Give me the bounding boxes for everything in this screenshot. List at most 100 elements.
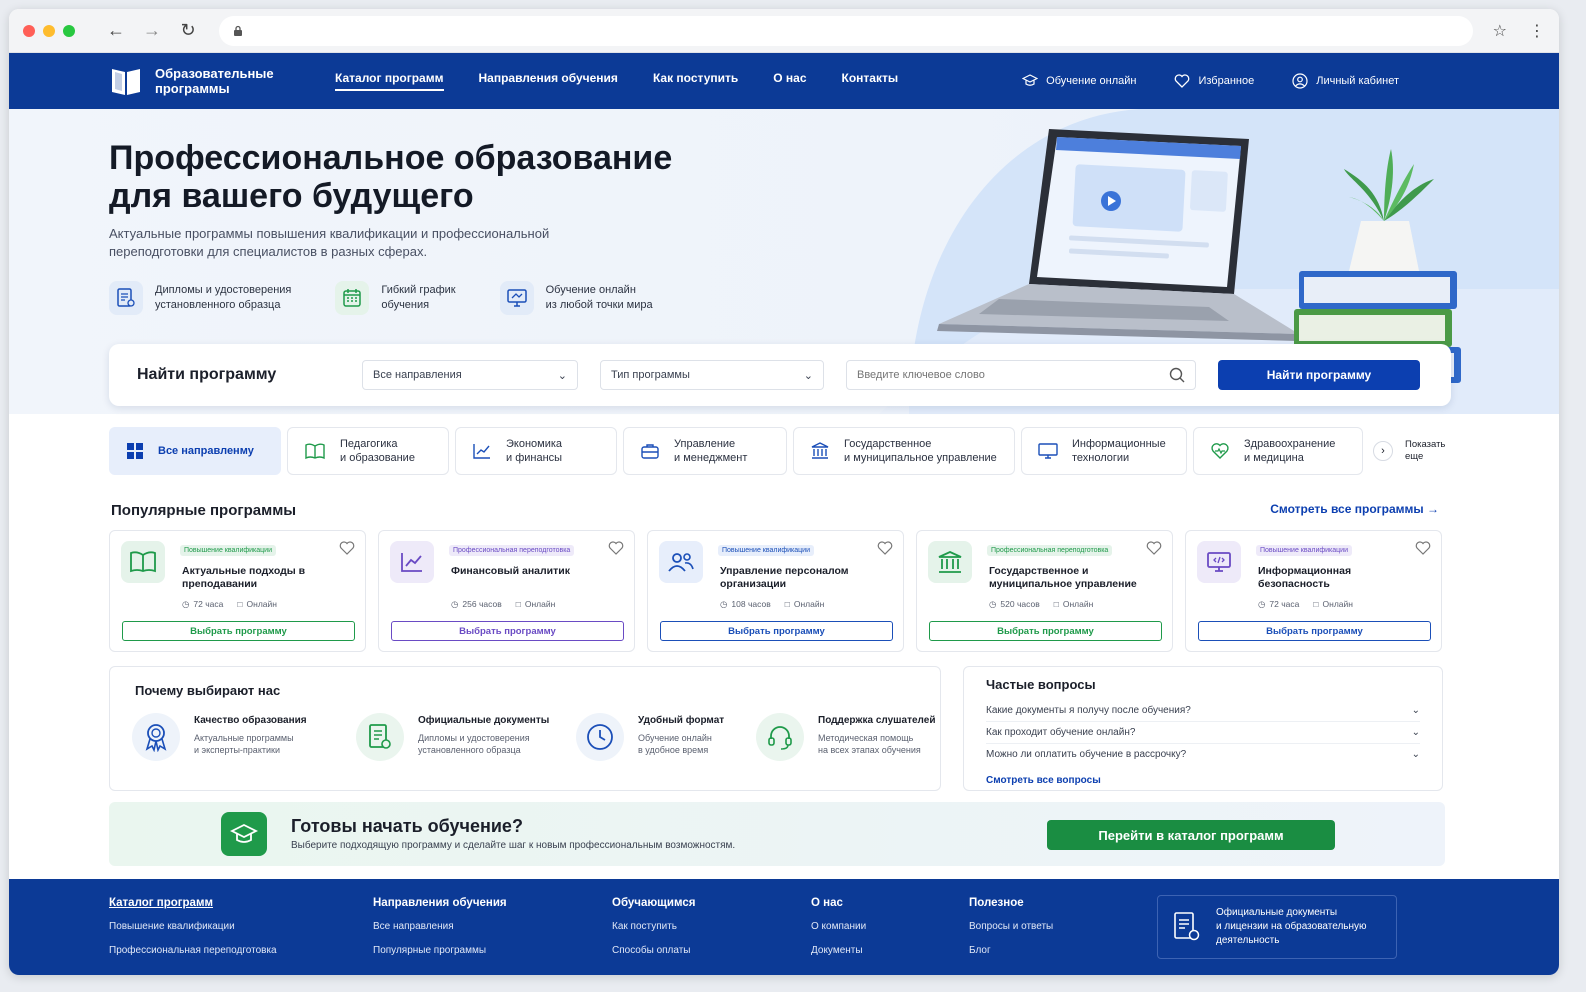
why-item-format: Удобный формат Обучение онлайн в удобное в…	[576, 713, 732, 761]
account-link[interactable]: Личный кабинет	[1292, 73, 1399, 89]
category-government[interactable]: Государственное и муниципальное управлени…	[793, 427, 1015, 475]
direction-select[interactable]: Все направления ⌄	[362, 360, 578, 390]
chat-icon: □	[784, 599, 790, 609]
footer-heading[interactable]: Полезное	[969, 897, 1053, 909]
cta-title: Готовы начать обучение?	[291, 816, 523, 836]
favorites-link[interactable]: Избранное	[1174, 74, 1254, 88]
official-documents-link[interactable]: Официальные документы и лицензии на образ…	[1157, 895, 1397, 959]
grid-icon	[127, 443, 143, 459]
forward-icon[interactable]: →	[141, 20, 163, 42]
faq-item[interactable]: Как проходит обучение онлайн? ⌄	[986, 722, 1420, 744]
address-bar[interactable]	[219, 15, 1473, 46]
nav-contacts[interactable]: Контакты	[842, 71, 899, 91]
program-hours: 72 часа	[1269, 599, 1300, 609]
select-program-button[interactable]: Выбрать программу	[929, 621, 1162, 641]
category-it[interactable]: Информационные технологии	[1021, 427, 1187, 475]
program-format: Онлайн	[524, 599, 556, 609]
minimize-window-button[interactable]	[43, 24, 55, 37]
nav-about[interactable]: О нас	[773, 71, 806, 91]
favorite-heart-icon[interactable]	[608, 541, 624, 555]
category-pedagogy[interactable]: Педагогика и образование	[287, 427, 449, 475]
find-program-button[interactable]: Найти программу	[1218, 360, 1420, 390]
online-learning-link[interactable]: Обучение онлайн	[1022, 74, 1136, 88]
category-economics[interactable]: Экономика и финансы	[455, 427, 617, 475]
favorite-heart-icon[interactable]	[1415, 541, 1431, 555]
reload-icon[interactable]: ↻	[177, 20, 199, 42]
footer-heading[interactable]: Каталог программ	[109, 897, 277, 909]
footer-link[interactable]: Профессиональная переподготовка	[109, 945, 277, 956]
program-card[interactable]: Профессиональная переподготовка Финансов…	[378, 530, 635, 652]
hero-subtitle: Актуальные программы повышения квалифика…	[109, 226, 550, 259]
footer-link[interactable]: Повышение квалификации	[109, 921, 277, 932]
award-icon	[132, 713, 180, 761]
program-badge: Повышение квалификации	[1256, 545, 1352, 556]
back-icon[interactable]: ←	[105, 20, 127, 42]
program-hours: 108 часов	[731, 599, 771, 609]
see-all-questions-link[interactable]: Смотреть все вопросы	[986, 775, 1420, 786]
category-all[interactable]: Все направленму	[109, 427, 281, 475]
footer-col-students: Обучающимся Как поступить Способы оплаты	[612, 897, 695, 969]
footer-col-about: О нас О компании Документы	[811, 897, 866, 969]
nav-catalog[interactable]: Каталог программ	[335, 71, 444, 91]
bookmark-star-icon[interactable]: ☆	[1493, 21, 1507, 41]
footer-heading[interactable]: О нас	[811, 897, 866, 909]
show-more-categories[interactable]: › Показать еще	[1369, 427, 1445, 475]
program-title: Актуальные подходы в преподавании	[182, 565, 306, 590]
footer-link[interactable]: О компании	[811, 921, 866, 932]
logo-text-line2: программы	[155, 81, 230, 96]
users-icon	[659, 541, 703, 583]
footer-link[interactable]: Блог	[969, 945, 1053, 956]
footer-link[interactable]: Как поступить	[612, 921, 695, 932]
footer-heading[interactable]: Обучающимся	[612, 897, 695, 909]
footer-link[interactable]: Все направления	[373, 921, 507, 932]
select-program-button[interactable]: Выбрать программу	[1198, 621, 1431, 641]
program-hours: 256 часов	[462, 599, 502, 609]
footer-link[interactable]: Способы оплаты	[612, 945, 695, 956]
search-icon[interactable]	[1169, 367, 1185, 383]
footer-link[interactable]: Вопросы и ответы	[969, 921, 1053, 932]
program-search-panel: Найти программу Все направления ⌄ Тип пр…	[109, 344, 1451, 406]
site-logo[interactable]: Образовательные программы	[109, 64, 335, 98]
program-title: Финансовый аналитик	[451, 565, 570, 577]
go-to-catalog-button[interactable]: Перейти в каталог программ	[1047, 820, 1335, 850]
favorite-heart-icon[interactable]	[877, 541, 893, 555]
government-building-icon	[811, 442, 829, 459]
maximize-window-button[interactable]	[63, 24, 75, 37]
clock-icon: ◷	[182, 599, 190, 609]
keyword-search-input[interactable]	[857, 369, 1157, 381]
program-type-select[interactable]: Тип программы ⌄	[600, 360, 824, 390]
favorite-heart-icon[interactable]	[1146, 541, 1162, 555]
feature-diplomas: Дипломы и удостоверения установленного об…	[109, 281, 291, 315]
chevron-down-icon: ⌄	[1411, 705, 1420, 716]
program-card[interactable]: Повышение квалификации Информационная бе…	[1185, 530, 1442, 652]
category-healthcare[interactable]: Здравоохранение и медицина	[1193, 427, 1363, 475]
keyword-search-field[interactable]	[846, 360, 1196, 390]
site-header: Образовательные программы Каталог програм…	[9, 53, 1559, 109]
nav-admission[interactable]: Как поступить	[653, 71, 738, 91]
program-card[interactable]: Профессиональная переподготовка Государс…	[916, 530, 1173, 652]
select-program-button[interactable]: Выбрать программу	[660, 621, 893, 641]
see-all-programs-link[interactable]: Смотреть все программы →	[1270, 502, 1439, 516]
diploma-icon	[109, 281, 143, 315]
footer-col-directions: Направления обучения Все направления Поп…	[373, 897, 507, 969]
program-card[interactable]: Повышение квалификации Актуальные подход…	[109, 530, 366, 652]
select-program-button[interactable]: Выбрать программу	[122, 621, 355, 641]
favorites-label: Избранное	[1198, 75, 1255, 87]
browser-menu-icon[interactable]: ⋮	[1529, 21, 1545, 41]
chevron-right-icon[interactable]: ›	[1373, 441, 1393, 461]
footer-link[interactable]: Популярные программы	[373, 945, 507, 956]
certificate-icon	[1174, 912, 1200, 941]
close-window-button[interactable]	[23, 24, 35, 37]
select-program-button[interactable]: Выбрать программу	[391, 621, 624, 641]
favorite-heart-icon[interactable]	[339, 541, 355, 555]
footer-heading[interactable]: Направления обучения	[373, 897, 507, 909]
faq-item[interactable]: Можно ли оплатить обучение в рассрочку? ⌄	[986, 744, 1420, 765]
program-card[interactable]: Повышение квалификации Управление персон…	[647, 530, 904, 652]
why-item-support: Поддержка слушателей Методическая помощь н…	[756, 713, 952, 761]
category-all-label: Все направленму	[158, 445, 254, 457]
program-format: Онлайн	[246, 599, 277, 609]
nav-directions[interactable]: Направления обучения	[479, 71, 618, 91]
footer-link[interactable]: Документы	[811, 945, 866, 956]
category-management[interactable]: Управление и менеджмент	[623, 427, 787, 475]
faq-item[interactable]: Какие документы я получу после обучения?…	[986, 700, 1420, 722]
